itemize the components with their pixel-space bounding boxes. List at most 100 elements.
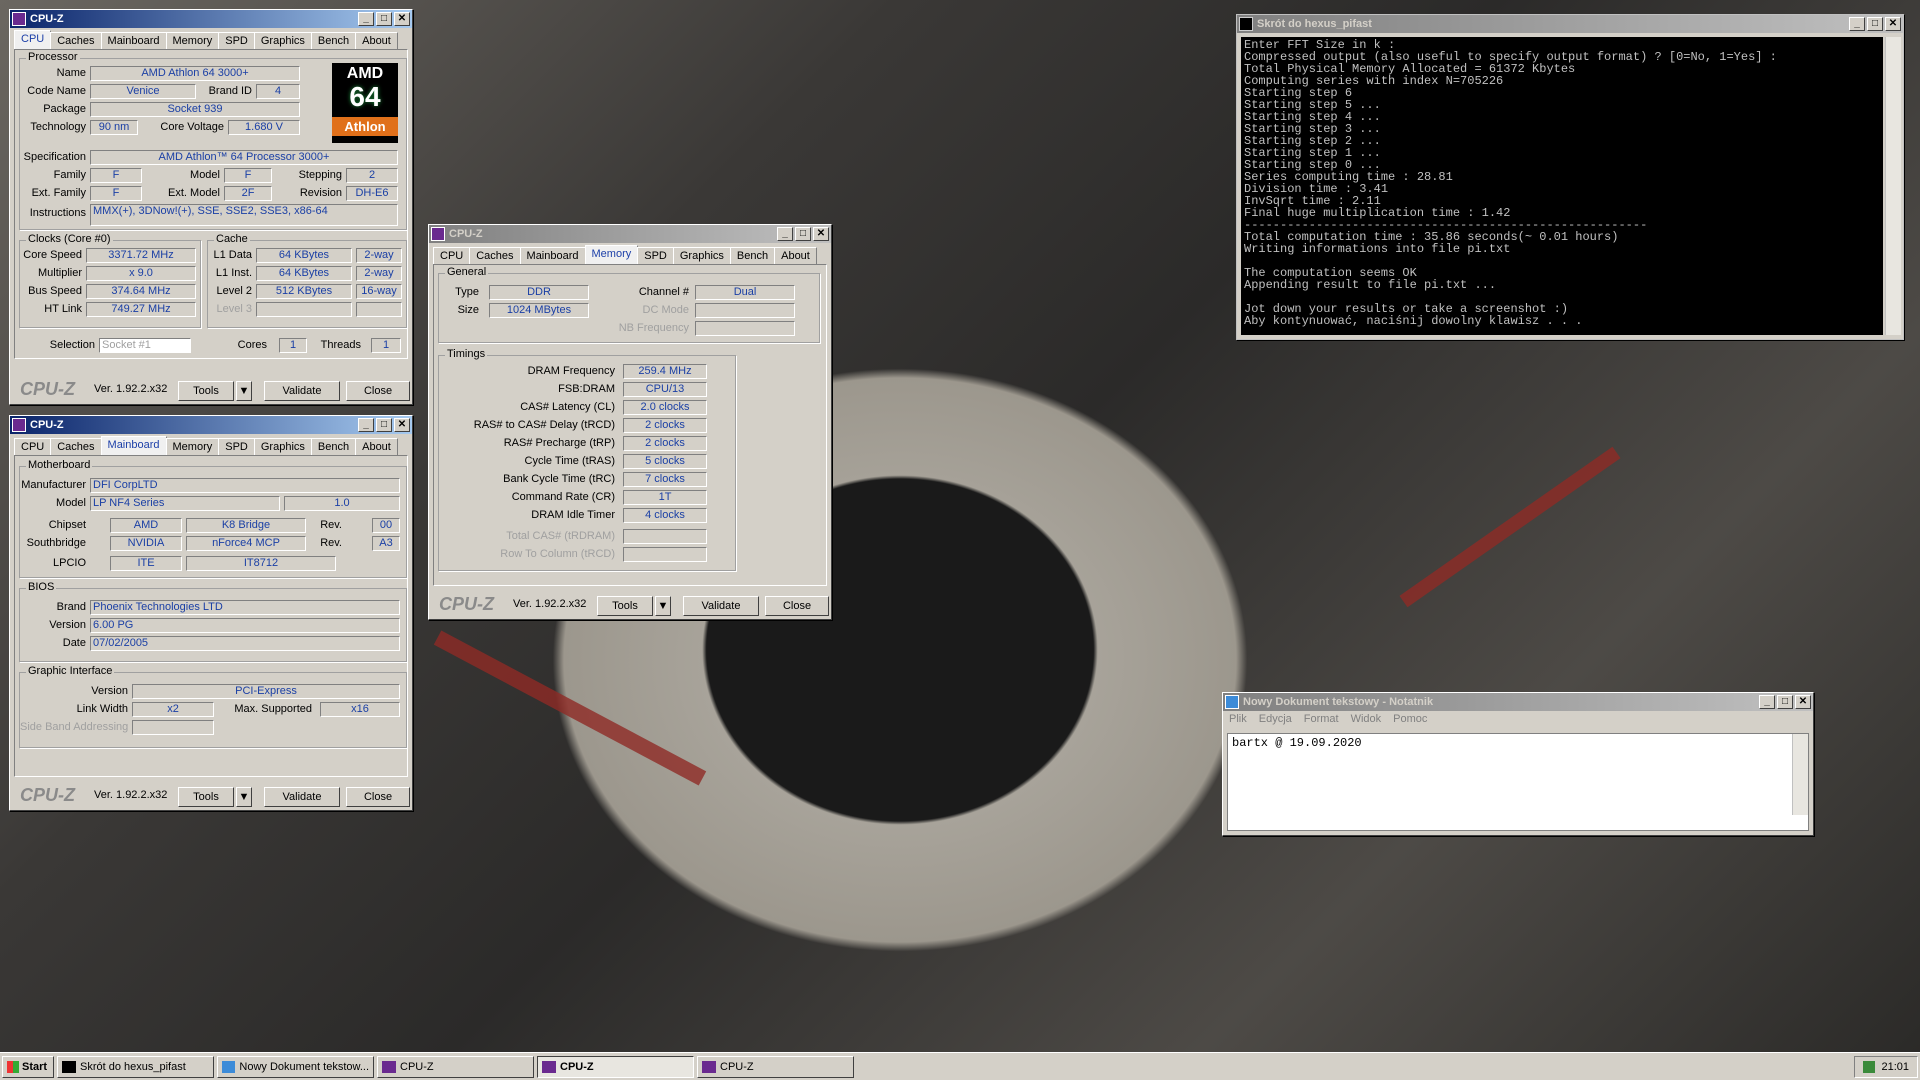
tab-strip: CPU Caches Mainboard Memory SPD Graphics… <box>10 434 412 455</box>
tab-graphics[interactable]: Graphics <box>672 247 731 264</box>
cores-value: 1 <box>279 338 307 353</box>
close-icon[interactable]: ✕ <box>394 12 410 26</box>
bios-version-label: Version <box>49 619 86 631</box>
close-button[interactable]: Close <box>346 381 410 401</box>
tools-button[interactable]: Tools <box>178 787 234 807</box>
tab-panel: General Type DDR Channel # Dual Size 102… <box>433 264 827 586</box>
minimize-icon[interactable]: _ <box>358 12 374 26</box>
cpuz-app-icon <box>542 1060 556 1073</box>
console-output[interactable]: Enter FFT Size in k : Compressed output … <box>1241 37 1883 335</box>
maximize-icon[interactable]: □ <box>376 12 392 26</box>
menu-format[interactable]: Format <box>1304 713 1339 725</box>
taskbar-item-cpuz-3[interactable]: CPU-Z <box>697 1055 854 1078</box>
clock[interactable]: 21:01 <box>1881 1061 1909 1073</box>
maximize-icon[interactable]: □ <box>376 418 392 432</box>
minimize-icon[interactable]: _ <box>1759 695 1775 709</box>
tab-about[interactable]: About <box>355 32 398 49</box>
title-bar[interactable]: CPU-Z _ □ ✕ <box>10 416 412 434</box>
validate-button[interactable]: Validate <box>683 596 759 616</box>
technology-label: Technology <box>30 121 86 133</box>
close-icon[interactable]: ✕ <box>1795 695 1811 709</box>
taskbar-item-cpuz-1[interactable]: CPU-Z <box>377 1055 534 1078</box>
notepad-textarea[interactable]: bartx @ 19.09.2020 <box>1227 733 1809 831</box>
level2-label: Level 2 <box>216 285 252 297</box>
bios-version-value: 6.00 PG <box>90 618 400 633</box>
close-button[interactable]: Close <box>346 787 410 807</box>
minimize-icon[interactable]: _ <box>358 418 374 432</box>
tab-bench[interactable]: Bench <box>310 438 357 455</box>
console-scrollbar[interactable] <box>1885 37 1901 335</box>
selection-dropdown[interactable]: Socket #1 <box>99 338 191 353</box>
taskbar-item-cpuz-2[interactable]: CPU-Z <box>537 1055 694 1078</box>
tab-about[interactable]: About <box>774 247 817 264</box>
tools-dropdown-icon[interactable]: ▼ <box>236 381 252 401</box>
notepad-scrollbar[interactable] <box>1792 734 1808 815</box>
tools-dropdown-icon[interactable]: ▼ <box>655 596 671 616</box>
tools-button[interactable]: Tools <box>597 596 653 616</box>
tab-bench[interactable]: Bench <box>310 32 357 49</box>
title-bar[interactable]: CPU-Z _ □ ✕ <box>10 10 412 28</box>
validate-button[interactable]: Validate <box>264 787 340 807</box>
codename-value: Venice <box>90 84 196 99</box>
start-button[interactable]: Start <box>2 1055 54 1078</box>
menu-pomoc[interactable]: Pomoc <box>1393 713 1427 725</box>
minimize-icon[interactable]: _ <box>1849 17 1865 31</box>
tab-graphics[interactable]: Graphics <box>253 438 312 455</box>
minimize-icon[interactable]: _ <box>777 227 793 241</box>
bios-date-value: 07/02/2005 <box>90 636 400 651</box>
voltage-label: Core Voltage <box>160 121 224 133</box>
maximize-icon[interactable]: □ <box>1777 695 1793 709</box>
chipset-rev-label: Rev. <box>320 519 342 531</box>
tools-button[interactable]: Tools <box>178 381 234 401</box>
tab-caches[interactable]: Caches <box>469 247 521 264</box>
timing-label: RAS# Precharge (tRP) <box>503 437 615 449</box>
corespeed-label: Core Speed <box>23 249 82 261</box>
taskbar-item-notepad[interactable]: Nowy Dokument tekstow... <box>217 1055 374 1078</box>
tools-dropdown-icon[interactable]: ▼ <box>236 787 252 807</box>
tab-mainboard[interactable]: Mainboard <box>519 247 586 264</box>
nbfreq-value <box>695 321 795 336</box>
tab-caches[interactable]: Caches <box>50 438 102 455</box>
version-text: Ver. 1.92.2.x32 <box>94 383 168 395</box>
rowcol-value <box>623 547 707 562</box>
title-bar[interactable]: Nowy Dokument tekstowy - Notatnik _ □ ✕ <box>1223 693 1813 711</box>
taskbar-item-console[interactable]: Skrót do hexus_pifast <box>57 1055 214 1078</box>
tab-spd[interactable]: SPD <box>218 32 255 49</box>
tab-bench[interactable]: Bench <box>729 247 776 264</box>
tab-about[interactable]: About <box>355 438 398 455</box>
maximize-icon[interactable]: □ <box>1867 17 1883 31</box>
validate-button[interactable]: Validate <box>264 381 340 401</box>
tab-mainboard[interactable]: Mainboard <box>100 32 167 49</box>
tab-cpu[interactable]: CPU <box>14 438 52 455</box>
menu-widok[interactable]: Widok <box>1351 713 1382 725</box>
codename-label: Code Name <box>27 85 86 97</box>
tab-spd[interactable]: SPD <box>218 438 255 455</box>
package-label: Package <box>43 103 86 115</box>
clocks-group: Clocks (Core #0) Core Speed 3371.72 MHz … <box>19 233 201 328</box>
title-bar[interactable]: Skrót do hexus_pifast _ □ ✕ <box>1237 15 1903 33</box>
tab-memory[interactable]: Memory <box>165 32 220 49</box>
extmodel-label: Ext. Model <box>168 187 220 199</box>
menu-edycja[interactable]: Edycja <box>1259 713 1292 725</box>
tab-caches[interactable]: Caches <box>50 32 102 49</box>
tab-graphics[interactable]: Graphics <box>253 32 312 49</box>
cpuz-brand: CPU-Z <box>439 593 494 614</box>
close-icon[interactable]: ✕ <box>394 418 410 432</box>
close-icon[interactable]: ✕ <box>1885 17 1901 31</box>
tab-memory[interactable]: Memory <box>584 245 639 264</box>
tab-mainboard[interactable]: Mainboard <box>100 436 167 455</box>
maximize-icon[interactable]: □ <box>795 227 811 241</box>
title-bar[interactable]: CPU-Z _ □ ✕ <box>429 225 831 243</box>
version-text: Ver. 1.92.2.x32 <box>94 789 168 801</box>
tab-memory[interactable]: Memory <box>165 438 220 455</box>
tab-spd[interactable]: SPD <box>637 247 674 264</box>
close-icon[interactable]: ✕ <box>813 227 829 241</box>
tab-cpu[interactable]: CPU <box>14 30 52 49</box>
timing-label: Command Rate (CR) <box>511 491 615 503</box>
tab-cpu[interactable]: CPU <box>433 247 471 264</box>
timing-label: Cycle Time (tRAS) <box>524 455 615 467</box>
menu-plik[interactable]: Plik <box>1229 713 1247 725</box>
network-icon[interactable] <box>1863 1060 1876 1073</box>
close-button[interactable]: Close <box>765 596 829 616</box>
level3-value <box>256 302 352 317</box>
